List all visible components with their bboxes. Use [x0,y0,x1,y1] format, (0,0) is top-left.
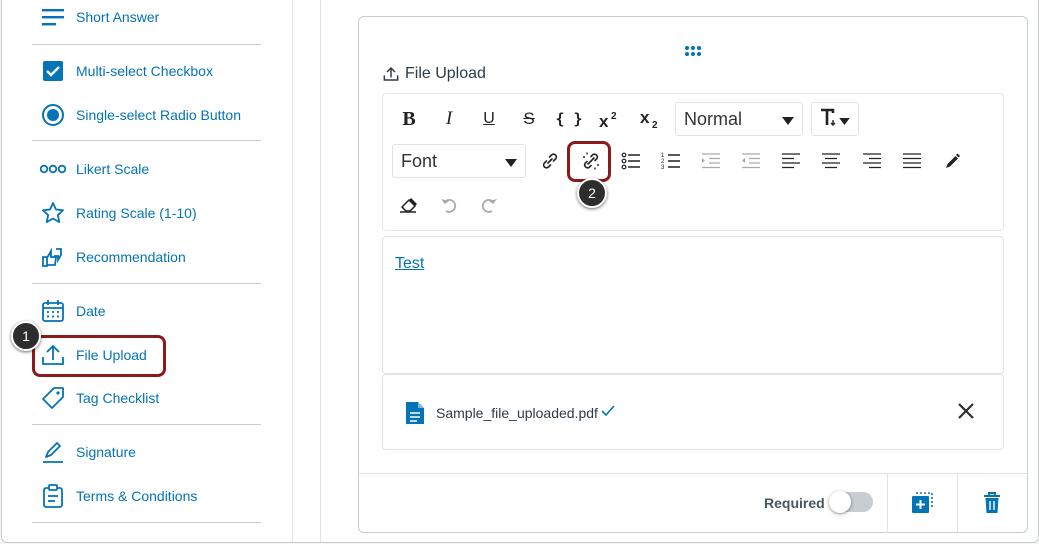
sidebar-item-label: Recommendation [76,249,186,265]
thumbs-icon [40,244,66,270]
callout-badge-2: 2 [577,178,607,208]
rich-text-editor[interactable]: Test [382,236,1004,374]
sidebar-item-label: Rating Scale (1-10) [76,205,197,221]
check-icon [601,404,615,422]
align-left-icon[interactable] [774,144,808,178]
footer-divider [957,474,958,533]
sidebar-item-label: Likert Scale [76,161,150,177]
paragraph-style-select[interactable]: Normal [675,102,803,136]
highlight-unlink-button [567,141,611,182]
svg-text:x: x [640,109,650,127]
sidebar-item-label: Signature [76,444,136,460]
text-size-icon [820,108,838,131]
file-name: Sample_file_uploaded.pdf [436,405,598,421]
bold-button[interactable]: B [392,102,426,136]
checkbox-icon [40,58,66,84]
subscript-button[interactable]: x2 [634,102,668,136]
sidebar-item-terms-conditions[interactable]: Terms & Conditions [40,481,197,511]
sidebar-item-rating-scale[interactable]: Rating Scale (1-10) [40,198,197,228]
paragraph-style-value: Normal [684,108,743,129]
svg-text:2: 2 [652,120,658,129]
required-label: Required [764,495,825,511]
justify-icon[interactable] [895,144,929,178]
sidebar-divider [32,283,261,284]
upload-icon [383,66,399,82]
code-button[interactable]: { } [552,102,586,136]
sidebar-divider [32,140,261,141]
highlight-file-upload [32,335,166,377]
star-icon [40,200,66,226]
indent-icon[interactable] [694,144,728,178]
sidebar-item-likert-scale[interactable]: Likert Scale [40,154,149,184]
remove-file-close-icon[interactable] [957,402,975,425]
app-frame: Short Answer Multi-select Checkbox Singl… [1,0,1039,543]
align-right-icon[interactable] [855,144,889,178]
drag-handle-icon[interactable] [684,44,702,62]
numbered-list-icon[interactable]: 123 [654,144,688,178]
link-icon[interactable] [533,144,567,178]
sidebar-item-short-answer[interactable]: Short Answer [40,2,159,32]
caret-down-icon [839,109,850,130]
strikethrough-button[interactable]: S [512,102,546,136]
sidebar-item-signature[interactable]: Signature [40,437,136,467]
sidebar-item-date[interactable]: Date [40,296,106,326]
caret-down-icon [782,109,794,130]
sidebar-item-single-select-radio[interactable]: Single-select Radio Button [40,100,241,130]
editor-link[interactable]: Test [395,255,424,273]
text-color-icon[interactable] [936,144,970,178]
required-toggle[interactable] [829,491,873,513]
caret-down-icon [505,151,517,172]
question-title: File Upload [383,65,486,83]
uploaded-file-row: Sample_file_uploaded.pdf [382,374,1004,450]
svg-text:2: 2 [611,111,617,122]
callout-badge-1: 1 [11,321,41,351]
question-card: File Upload B I U S { } x2 x2 Normal Fon… [358,16,1028,533]
delete-question-trash-icon[interactable] [983,492,1001,519]
sidebar-item-label: Terms & Conditions [76,488,198,504]
text-size-select[interactable] [811,102,859,136]
duplicate-question-icon[interactable] [911,492,933,519]
radio-button-icon [40,102,66,128]
sidebar-item-tag-checklist[interactable]: Tag Checklist [40,383,159,413]
align-center-icon[interactable] [814,144,848,178]
redo-icon[interactable] [472,188,506,222]
undo-icon[interactable] [432,188,466,222]
font-family-select[interactable]: Font [392,144,526,178]
pen-icon [40,439,66,465]
calendar-icon [40,298,66,324]
bullet-list-icon[interactable] [614,144,648,178]
sidebar-item-label: Date [76,303,106,319]
sidebar-item-label: Short Answer [76,9,160,25]
underline-button[interactable]: U [472,102,506,136]
sidebar-item-label: Single-select Radio Button [76,107,241,123]
rich-text-toolbar: B I U S { } x2 x2 Normal Font 123 [382,93,1004,231]
likert-scale-icon [40,156,66,182]
svg-text:x: x [599,112,609,128]
sidebar-divider [32,522,261,523]
font-family-value: Font [401,150,438,171]
sidebar-item-label: Tag Checklist [76,390,160,406]
sidebar-divider [32,44,261,45]
sidebar-item-recommendation[interactable]: Recommendation [40,242,186,272]
question-type-sidebar: Short Answer Multi-select Checkbox Singl… [2,0,293,542]
clear-formatting-icon[interactable] [392,188,426,222]
outdent-icon[interactable] [734,144,768,178]
question-card-footer: Required [359,473,1027,533]
toggle-knob [829,491,851,513]
document-icon [405,401,425,430]
question-title-text: File Upload [405,65,486,82]
tag-icon [40,385,66,411]
superscript-button[interactable]: x2 [593,102,627,136]
svg-text:3: 3 [661,165,665,170]
column-divider [320,0,321,542]
clipboard-icon [40,483,66,509]
italic-button[interactable]: I [432,102,466,136]
footer-divider [887,474,888,533]
sidebar-item-label: Multi-select Checkbox [76,63,213,79]
sidebar-item-multi-select-checkbox[interactable]: Multi-select Checkbox [40,56,213,86]
short-answer-icon [40,4,66,30]
sidebar-divider [32,424,261,425]
